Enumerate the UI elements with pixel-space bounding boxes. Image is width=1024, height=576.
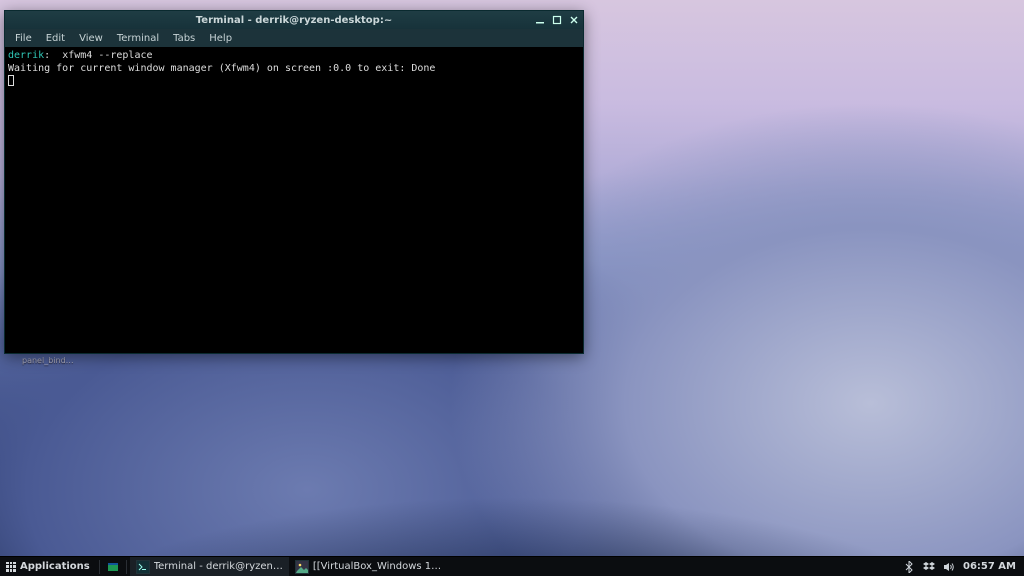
bottom-panel: Applications Terminal - derrik@ryzen… [[… xyxy=(0,556,1024,576)
menu-file[interactable]: File xyxy=(9,31,38,46)
close-button[interactable] xyxy=(567,13,580,26)
menu-help[interactable]: Help xyxy=(203,31,238,46)
terminal-window: Terminal - derrik@ryzen-desktop:~ File E… xyxy=(4,10,584,354)
prompt-separator: : xyxy=(44,50,56,61)
terminal-output-area[interactable]: derrik: xfwm4 --replace Waiting for curr… xyxy=(5,47,583,353)
prompt-user: derrik xyxy=(8,50,44,61)
taskbar-item-label: Terminal - derrik@ryzen… xyxy=(154,561,283,572)
bluetooth-icon[interactable] xyxy=(903,561,915,573)
terminal-icon xyxy=(136,560,150,574)
panel-clock[interactable]: 06:57 AM xyxy=(963,561,1016,572)
system-tray: 06:57 AM xyxy=(895,557,1024,576)
window-title: Terminal - derrik@ryzen-desktop:~ xyxy=(196,15,392,26)
terminal-cursor xyxy=(8,75,14,86)
volume-icon[interactable] xyxy=(943,561,955,573)
terminal-output-line: Waiting for current window manager (Xfwm… xyxy=(8,63,435,74)
applications-grid-icon xyxy=(6,562,16,572)
dropbox-icon[interactable] xyxy=(923,561,935,573)
panel-separator xyxy=(126,560,127,574)
show-desktop-button[interactable] xyxy=(107,561,119,573)
window-titlebar[interactable]: Terminal - derrik@ryzen-desktop:~ xyxy=(5,11,583,29)
menu-view[interactable]: View xyxy=(73,31,109,46)
desktop-debug-text: panel_bind… xyxy=(22,356,74,365)
taskbar-item-image[interactable]: [[VirtualBox_Windows 1… xyxy=(289,557,447,576)
entered-command: xfwm4 --replace xyxy=(56,50,152,61)
menu-terminal[interactable]: Terminal xyxy=(111,31,165,46)
taskbar-item-terminal[interactable]: Terminal - derrik@ryzen… xyxy=(130,557,289,576)
menu-tabs[interactable]: Tabs xyxy=(167,31,201,46)
minimize-button[interactable] xyxy=(533,13,546,26)
panel-separator xyxy=(99,560,100,574)
window-menubar: File Edit View Terminal Tabs Help xyxy=(5,29,583,47)
maximize-button[interactable] xyxy=(550,13,563,26)
taskbar-item-label: [[VirtualBox_Windows 1… xyxy=(313,561,441,572)
applications-menu-button[interactable]: Applications xyxy=(0,557,96,576)
image-icon xyxy=(295,560,309,574)
menu-edit[interactable]: Edit xyxy=(40,31,71,46)
applications-menu-label: Applications xyxy=(20,561,90,572)
